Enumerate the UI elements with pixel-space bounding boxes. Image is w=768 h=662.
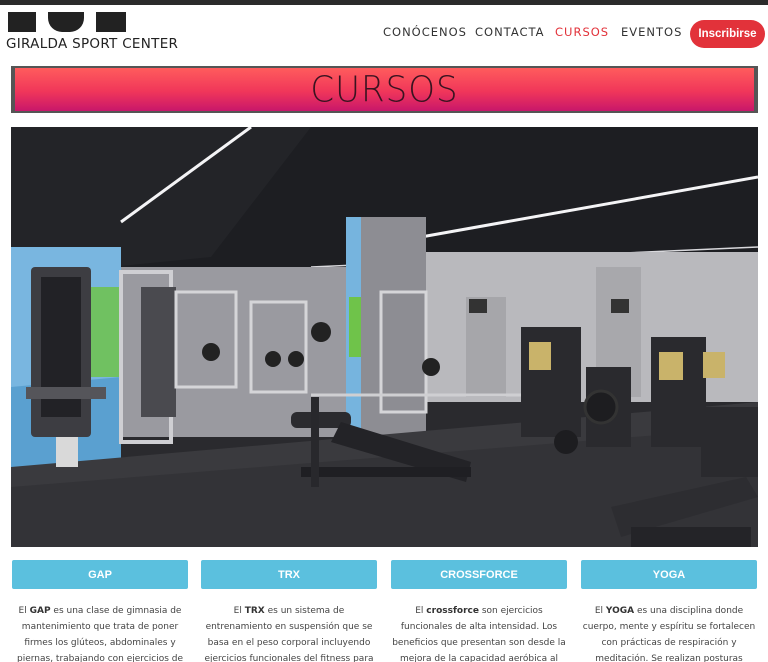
- nav-contacta[interactable]: CONTACTA: [475, 25, 545, 39]
- course-card-trx: TRX El TRX es un sistema de entrenamient…: [201, 560, 377, 662]
- crossforce-button[interactable]: CROSSFORCE: [391, 560, 567, 589]
- yoga-button[interactable]: YOGA: [581, 560, 757, 589]
- course-description: El crossforce son ejercicios funcionales…: [392, 606, 566, 662]
- banner-gradient: CURSOS: [15, 68, 754, 111]
- nav-eventos[interactable]: EVENTOS: [621, 25, 682, 39]
- course-keyword: TRX: [244, 606, 265, 616]
- course-card-yoga: YOGA El YOGA es una disciplina donde cue…: [581, 560, 757, 662]
- course-keyword: YOGA: [605, 606, 635, 616]
- site-header: GIRALDA SPORT CENTER CONÓCENOS CONTACTA …: [0, 5, 768, 60]
- hero-image: [11, 127, 758, 547]
- nav-cursos[interactable]: CURSOS: [555, 25, 609, 39]
- course-description: El YOGA es una disciplina donde cuerpo, …: [582, 606, 756, 662]
- page-title: CURSOS: [310, 68, 459, 111]
- nav-conocenos[interactable]: CONÓCENOS: [383, 25, 467, 39]
- gap-button[interactable]: GAP: [12, 560, 188, 589]
- gym-interior-photo-icon: [11, 127, 758, 547]
- inscribirse-button[interactable]: Inscribirse: [690, 20, 765, 48]
- course-keyword: crossforce: [426, 606, 479, 616]
- course-card-gap: GAP El GAP es una clase de gimnasia de m…: [12, 560, 188, 662]
- course-card-crossforce: CROSSFORCE El crossforce son ejercicios …: [391, 560, 567, 662]
- course-description: El GAP es una clase de gimnasia de mante…: [17, 606, 183, 662]
- main-nav: CONÓCENOS CONTACTA CURSOS EVENTOS Inscri…: [0, 5, 768, 60]
- page-banner: CURSOS: [11, 66, 758, 113]
- trx-button[interactable]: TRX: [201, 560, 377, 589]
- course-keyword: GAP: [29, 606, 51, 616]
- course-description: El TRX es un sistema de entrenamiento en…: [204, 606, 374, 662]
